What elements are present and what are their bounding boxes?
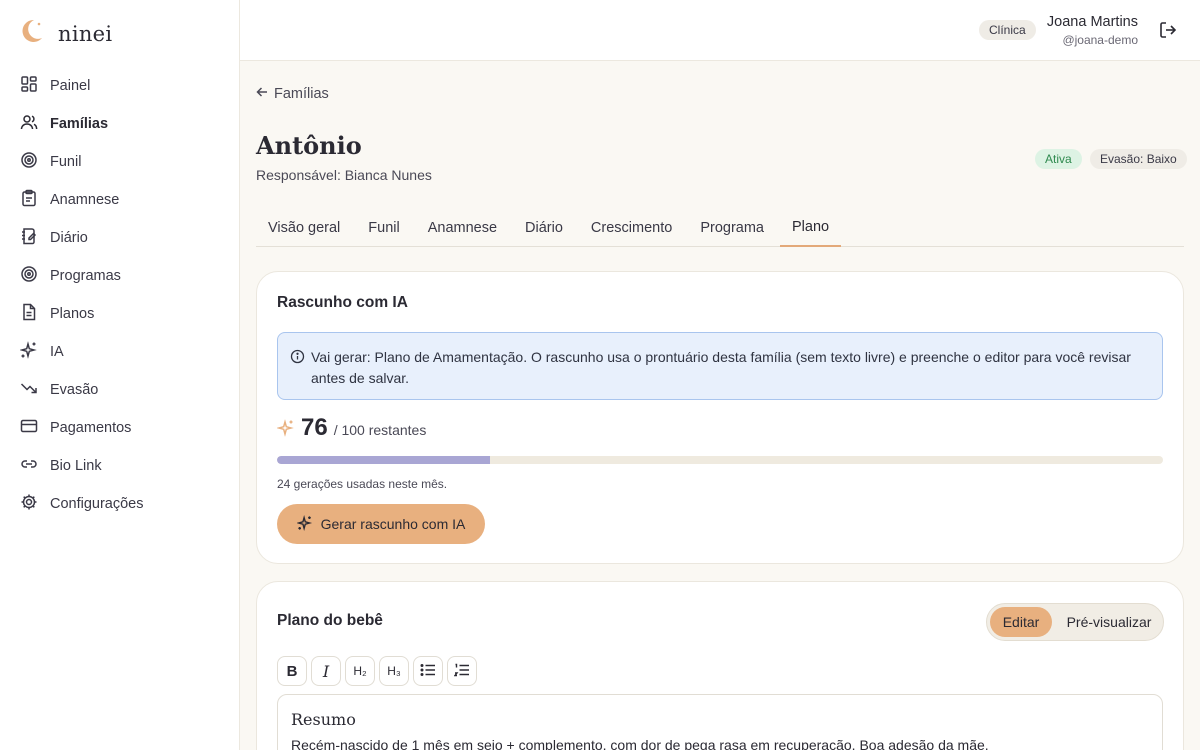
clipboard-icon [20, 189, 38, 211]
sidebar-item-label: Programas [50, 268, 121, 284]
numbered-list-button[interactable] [447, 656, 477, 686]
tab-programa[interactable]: Programa [688, 208, 776, 247]
generate-draft-label: Gerar rascunho com IA [320, 516, 466, 532]
info-icon [290, 349, 305, 364]
user-handle: @joana-demo [1062, 33, 1138, 47]
credit-card-icon [20, 417, 38, 439]
sidebar-nav: Painel Famílias Funil Anamnese Diário Pr… [0, 67, 240, 523]
editor-toolbar: B I H₂ H₃ [277, 656, 477, 686]
user-name: Joana Martins [1046, 14, 1138, 30]
tab-diario[interactable]: Diário [513, 208, 575, 247]
tab-anamnese[interactable]: Anamnese [416, 208, 509, 247]
info-alert: Vai gerar: Plano de Amamentação. O rascu… [277, 332, 1163, 400]
moon-logo-icon [20, 18, 44, 49]
tab-plano[interactable]: Plano [779, 208, 842, 247]
target-icon [20, 265, 38, 287]
bold-button[interactable]: B [277, 656, 307, 686]
sidebar-item-painel[interactable]: Painel [0, 67, 240, 105]
sidebar: ninei Painel Famílias Funil Anamnese Diá… [0, 0, 240, 750]
responsible-label: Responsável: Bianca Nunes [256, 167, 432, 183]
remaining-count: 76 [301, 414, 328, 441]
sidebar-item-label: Evasão [50, 382, 99, 398]
sidebar-item-bio-link[interactable]: Bio Link [0, 447, 240, 485]
edit-preview-toggle: Editar Pré-visualizar [986, 603, 1164, 641]
top-bar: Clínica Joana Martins @joana-demo [240, 0, 1200, 61]
sidebar-item-label: Famílias [50, 116, 109, 132]
sparkles-icon [276, 419, 295, 437]
italic-button[interactable]: I [311, 656, 341, 686]
sidebar-item-label: Diário [50, 230, 88, 246]
trending-down-icon [20, 379, 38, 401]
sidebar-item-label: Pagamentos [50, 420, 132, 436]
back-link[interactable]: Famílias [256, 86, 329, 102]
info-text: Vai gerar: Plano de Amamentação. O rascu… [311, 349, 1131, 386]
link-icon [20, 455, 38, 477]
sidebar-item-ia[interactable]: IA [0, 333, 240, 371]
sidebar-item-planos[interactable]: Planos [0, 295, 240, 333]
generate-draft-button[interactable]: Gerar rascunho com IA [277, 504, 485, 544]
rich-text-editor[interactable]: Resumo Recém-nascido de 1 mês em seio + … [277, 694, 1163, 750]
sidebar-item-label: Painel [50, 78, 91, 94]
sidebar-item-diario[interactable]: Diário [0, 219, 240, 257]
preview-mode-button[interactable]: Pré-visualizar [1059, 607, 1159, 637]
back-link-label: Famílias [274, 86, 329, 102]
sidebar-item-funil[interactable]: Funil [0, 143, 240, 181]
edit-mode-button[interactable]: Editar [990, 607, 1052, 637]
sidebar-item-familias[interactable]: Famílias [0, 105, 240, 143]
card-title: Plano do bebê [277, 612, 383, 629]
tab-visao-geral[interactable]: Visão geral [256, 208, 352, 247]
sidebar-item-anamnese[interactable]: Anamnese [0, 181, 240, 219]
baby-plan-card: Plano do bebê Editar Pré-visualizar B I … [256, 581, 1184, 750]
status-badge: Ativa [1035, 149, 1082, 169]
arrow-left-icon [256, 86, 268, 102]
usage-progress-fill [277, 456, 490, 464]
editor-paragraph: Recém-nascido de 1 mês em seio + complem… [291, 737, 989, 750]
brand[interactable]: ninei [20, 18, 112, 49]
sidebar-item-label: Planos [50, 306, 95, 322]
page-title: Antônio [256, 131, 362, 160]
heading-2-button[interactable]: H₂ [345, 656, 375, 686]
users-icon [20, 113, 38, 135]
tab-funil[interactable]: Funil [356, 208, 411, 247]
numbered-list-icon [453, 663, 470, 680]
quota-total: / 100 restantes [333, 422, 427, 438]
usage-progress-bar [277, 456, 1163, 464]
sidebar-item-configuracoes[interactable]: Configurações [0, 485, 240, 523]
role-badge: Clínica [979, 20, 1036, 40]
target-icon [20, 151, 38, 173]
sidebar-item-label: Configurações [50, 496, 144, 512]
sidebar-item-pagamentos[interactable]: Pagamentos [0, 409, 240, 447]
sidebar-item-label: Funil [50, 154, 82, 170]
editor-heading: Resumo [291, 710, 356, 729]
ai-draft-card: Rascunho com IA Vai gerar: Plano de Amam… [256, 271, 1184, 564]
sidebar-item-programas[interactable]: Programas [0, 257, 240, 295]
file-text-icon [20, 303, 38, 325]
sidebar-item-evasao[interactable]: Evasão [0, 371, 240, 409]
sparkles-icon [295, 514, 313, 534]
heading-3-button[interactable]: H₃ [379, 656, 409, 686]
bullet-list-button[interactable] [413, 656, 443, 686]
tab-crescimento[interactable]: Crescimento [579, 208, 684, 247]
sidebar-item-label: Bio Link [50, 458, 102, 474]
bullet-list-icon [420, 663, 436, 680]
notebook-icon [20, 227, 38, 249]
usage-text: 24 gerações usadas neste mês. [277, 477, 448, 491]
brand-name: ninei [58, 21, 113, 46]
dashboard-icon [20, 75, 38, 97]
card-title: Rascunho com IA [277, 294, 408, 311]
gear-icon [20, 493, 38, 515]
tab-bar: Visão geral Funil Anamnese Diário Cresci… [256, 208, 1184, 247]
logout-icon[interactable] [1158, 20, 1178, 40]
evasion-badge: Evasão: Baixo [1090, 149, 1187, 169]
quota: 76 / 100 restantes [276, 414, 427, 442]
sidebar-item-label: IA [50, 344, 64, 360]
sidebar-item-label: Anamnese [50, 192, 120, 208]
sparkles-icon [19, 341, 38, 363]
